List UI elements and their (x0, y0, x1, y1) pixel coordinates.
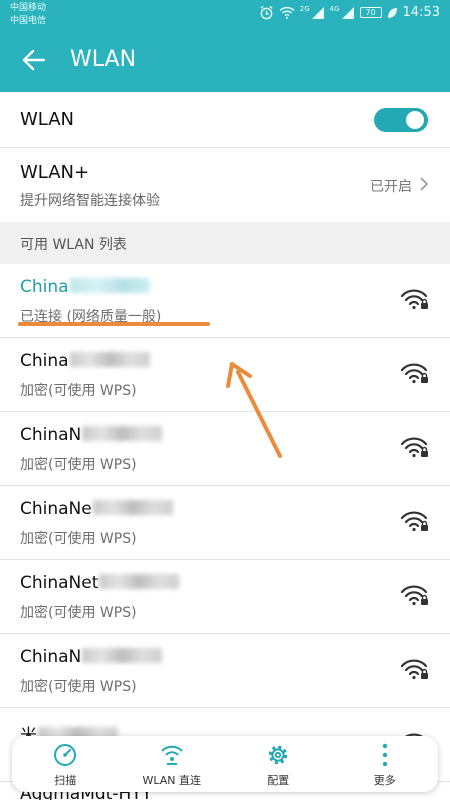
available-networks-header: 可用 WLAN 列表 (0, 222, 450, 264)
network-row[interactable]: ChinaN 加密(可使用 WPS) (0, 634, 450, 708)
config-button[interactable]: 配置 (225, 736, 332, 792)
wlan-plus-row[interactable]: WLAN+ 提升网络智能连接体验 已开启 (0, 148, 450, 222)
network-name: ChinaN (20, 425, 163, 445)
scan-button[interactable]: 扫描 (12, 736, 119, 792)
network-type-1: 2G (299, 5, 310, 13)
refresh-icon (54, 744, 77, 766)
annotation-underline (18, 322, 210, 326)
redacted-name (92, 500, 173, 515)
network-status: 加密(可使用 WPS) (20, 457, 137, 473)
carrier-2: 中国电信 (10, 16, 47, 26)
bottom-toolbar: 扫描 WLAN 直连 配置 更多 (12, 736, 438, 792)
app-bar: 中国移动 中国电信 2G 4G 70 14:53 WLAN (0, 0, 450, 92)
status-bar: 中国移动 中国电信 2G 4G 70 14:53 (0, 0, 450, 30)
network-type-2: 4G (329, 5, 340, 13)
network-status: 加密(可使用 WPS) (20, 605, 137, 621)
wifi-lock-icon (400, 659, 428, 680)
wlan-plus-status: 已开启 (370, 179, 412, 195)
network-name: China (20, 351, 150, 371)
switch-knob (406, 111, 424, 129)
gear-icon (269, 745, 288, 765)
redacted-name (69, 352, 150, 367)
scan-label: 扫描 (54, 774, 77, 787)
wifi-lock-icon (400, 585, 428, 606)
network-row[interactable]: China 加密(可使用 WPS) (0, 338, 450, 412)
wifi-lock-icon (400, 363, 428, 384)
wlan-toggle-label: WLAN (20, 109, 75, 130)
more-button[interactable]: 更多 (332, 736, 439, 792)
network-status: 加密(可使用 WPS) (20, 383, 137, 399)
wifi-lock-icon (400, 511, 428, 532)
signal-icon-2 (341, 6, 354, 19)
network-status: 加密(可使用 WPS) (20, 531, 137, 547)
more-label: 更多 (373, 774, 396, 787)
network-name: ChinaNet (20, 573, 180, 593)
carrier-1: 中国移动 (10, 3, 47, 13)
more-vertical-icon (382, 743, 387, 767)
alarm-icon (260, 5, 273, 20)
leaf-icon (387, 7, 397, 18)
carrier-labels: 中国移动 中国电信 (10, 2, 46, 28)
network-row[interactable]: ChinaN 加密(可使用 WPS) (0, 412, 450, 486)
network-name: ChinaN (20, 647, 163, 667)
redacted-name (82, 648, 163, 663)
redacted-name (82, 426, 163, 441)
network-name-text: ChinaNet (20, 573, 99, 593)
wifi-status-icon (279, 6, 295, 19)
redacted-name (69, 278, 150, 293)
wlan-direct-button[interactable]: WLAN 直连 (119, 736, 226, 792)
wifi-direct-icon (161, 745, 183, 765)
clock: 14:53 (402, 5, 440, 20)
config-label: 配置 (267, 774, 290, 787)
network-name-text: China (20, 277, 69, 297)
back-arrow-icon[interactable] (20, 46, 48, 74)
network-row[interactable]: ChinaNe 加密(可使用 WPS) (0, 486, 450, 560)
network-name: China (20, 277, 150, 297)
network-row-connected[interactable]: China 已连接 (网络质量一般) (0, 264, 450, 338)
network-name: ChinaNe (20, 499, 173, 519)
wifi-lock-icon (400, 289, 428, 310)
wlan-plus-subtitle: 提升网络智能连接体验 (20, 193, 160, 209)
network-row[interactable]: ChinaNet 加密(可使用 WPS) (0, 560, 450, 634)
chevron-right-icon (420, 177, 429, 191)
status-icons: 2G 4G 70 14:53 (259, 5, 440, 20)
network-name-text: ChinaNe (20, 499, 92, 519)
redacted-name (99, 574, 180, 589)
network-name-text: ChinaN (20, 425, 82, 445)
network-name-text: ChinaN (20, 647, 82, 667)
wlan-switch[interactable] (374, 108, 428, 132)
wifi-lock-icon (400, 437, 428, 458)
battery-indicator: 70 (359, 7, 382, 18)
wlan-direct-label: WLAN 直连 (142, 774, 201, 787)
network-status: 加密(可使用 WPS) (20, 679, 137, 695)
page-title: WLAN (70, 47, 137, 72)
network-name-text: China (20, 351, 69, 371)
section-label: 可用 WLAN 列表 (20, 237, 127, 253)
signal-icon (311, 6, 324, 19)
wlan-toggle-row[interactable]: WLAN (0, 92, 450, 148)
wlan-plus-label: WLAN+ (20, 162, 90, 183)
